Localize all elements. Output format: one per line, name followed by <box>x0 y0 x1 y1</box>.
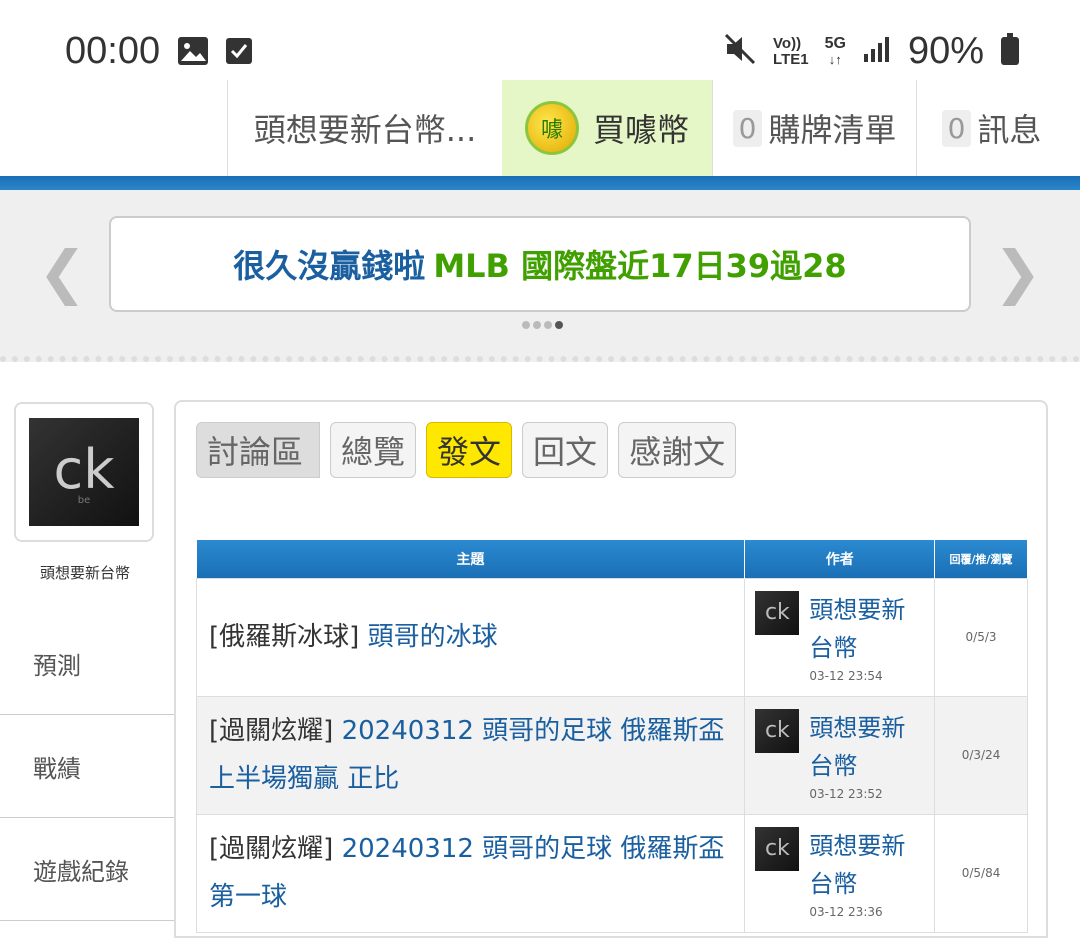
banner-link[interactable]: 很久沒贏錢啦 MLB 國際盤近17日39過28 <box>109 216 971 312</box>
image-icon <box>176 34 210 72</box>
top-nav: 頭想要新台幣... 噱 買噱幣 0 購牌清單 0 訊息 <box>0 80 1080 176</box>
banner-carousel: ❮ 很久沒贏錢啦 MLB 國際盤近17日39過28 ❯ <box>0 190 1080 362</box>
table-row: [過關炫耀] 20240312 頭哥的足球 俄羅斯盃 上半場獨贏 正比 ck 頭… <box>195 695 1028 815</box>
coin-icon: 噱 <box>524 101 579 155</box>
carousel-dot[interactable] <box>544 321 552 329</box>
author-avatar[interactable]: ck <box>755 590 800 635</box>
nav-buy-coins[interactable]: 噱 買噱幣 <box>502 80 712 176</box>
nav-buy-label: 買噱幣 <box>592 111 689 149</box>
post-stats: 0/5/84 <box>934 813 1028 933</box>
banner-text-2: MLB 國際盤近17日39過28 <box>433 247 847 285</box>
header-author: 作者 <box>744 540 936 578</box>
main-panel: 討論區 總覽 發文 回文 感謝文 主題 作者 回覆/推/瀏覽 [俄羅斯冰球] 頭… <box>174 400 1048 938</box>
author-name-link[interactable]: 頭想要新台幣 <box>809 591 919 667</box>
header-stats: 回覆/推/瀏覽 <box>934 540 1028 578</box>
post-title-link[interactable]: 頭哥的冰球 <box>368 622 498 652</box>
post-time: 03-12 23:36 <box>809 904 883 919</box>
sidebar-item-record[interactable]: 戰績 <box>0 715 174 818</box>
header-subject: 主題 <box>196 540 746 578</box>
profile-name: 頭想要新台幣 <box>39 564 130 582</box>
nav-user[interactable]: 頭想要新台幣... <box>227 80 502 176</box>
nav-divider <box>0 176 1080 190</box>
post-stats: 0/3/24 <box>934 695 1028 815</box>
tab-bar: 討論區 總覽 發文 回文 感謝文 <box>196 422 737 478</box>
chevron-right-icon[interactable]: ❯ <box>993 238 1042 306</box>
tab-overview[interactable]: 總覽 <box>330 422 417 478</box>
battery-icon <box>1000 32 1020 71</box>
sidebar-menu: 預測 戰績 遊戲紀錄 <box>0 612 174 921</box>
battery-percent: 90% <box>907 30 984 72</box>
author-avatar[interactable]: ck <box>755 708 800 753</box>
author-name-link[interactable]: 頭想要新台幣 <box>809 827 919 903</box>
post-author: ck 頭想要新台幣 03-12 23:36 <box>744 813 936 933</box>
volte-icon: Vo)) LTE1 <box>773 34 809 68</box>
clock: 00:00 <box>65 30 161 72</box>
chevron-left-icon[interactable]: ❮ <box>38 238 87 306</box>
post-subject: [過關炫耀] 20240312 頭哥的足球 俄羅斯盃 上半場獨贏 正比 <box>195 695 746 815</box>
profile-avatar[interactable]: ck be <box>14 402 154 542</box>
posts-table: 主題 作者 回覆/推/瀏覽 [俄羅斯冰球] 頭哥的冰球 ck 頭想要新台幣 03… <box>195 540 1028 933</box>
post-time: 03-12 23:54 <box>809 668 883 683</box>
sidebar-item-game-log[interactable]: 遊戲紀錄 <box>0 818 174 921</box>
volte-label: Vo)) <box>773 34 802 52</box>
post-category: [俄羅斯冰球] <box>209 622 360 652</box>
5g-label: 5G <box>824 34 846 52</box>
post-subject: [俄羅斯冰球] 頭哥的冰球 <box>195 577 746 697</box>
post-author: ck 頭想要新台幣 03-12 23:52 <box>744 695 936 815</box>
nav-messages[interactable]: 0 訊息 <box>916 80 1066 176</box>
post-category: [過關炫耀] <box>209 834 334 864</box>
tab-posts[interactable]: 發文 <box>426 422 513 478</box>
status-right: Vo)) LTE1 5G ↓↑ 90% <box>723 30 1020 73</box>
lte-label: LTE1 <box>773 50 809 68</box>
sidebar-item-predict[interactable]: 預測 <box>0 612 174 715</box>
post-subject: [過關炫耀] 20240312 頭哥的足球 俄羅斯盃 第一球 <box>195 813 746 933</box>
5g-icon: 5G ↓↑ <box>824 34 846 67</box>
cart-count-badge: 0 <box>732 109 763 147</box>
nav-cart[interactable]: 0 購牌清單 <box>712 80 916 176</box>
signal-icon <box>862 34 892 69</box>
carousel-dot[interactable] <box>533 321 541 329</box>
post-time: 03-12 23:52 <box>809 786 883 801</box>
table-row: [過關炫耀] 20240312 頭哥的足球 俄羅斯盃 第一球 ck 頭想要新台幣… <box>195 813 1028 933</box>
tab-thanks[interactable]: 感謝文 <box>618 422 737 478</box>
tab-replies[interactable]: 回文 <box>522 422 609 478</box>
mute-icon <box>723 32 757 71</box>
author-name-link[interactable]: 頭想要新台幣 <box>809 709 919 785</box>
msg-count-badge: 0 <box>941 109 972 147</box>
post-stats: 0/5/3 <box>934 577 1028 697</box>
avatar-image: ck be <box>29 418 139 526</box>
checkbox-icon <box>224 34 254 72</box>
avatar-subtext: be <box>77 495 91 506</box>
post-category: [過關炫耀] <box>209 716 334 746</box>
avatar-text: ck <box>53 438 115 501</box>
carousel-dot[interactable] <box>522 321 530 329</box>
table-row: [俄羅斯冰球] 頭哥的冰球 ck 頭想要新台幣 03-12 23:54 0/5/… <box>195 577 1028 697</box>
tab-forum[interactable]: 討論區 <box>196 422 321 478</box>
banner-text-1: 很久沒贏錢啦 <box>233 247 426 285</box>
nav-cart-label: 購牌清單 <box>768 111 897 149</box>
status-bar: 00:00 Vo)) LTE1 5G ↓↑ 90% <box>0 0 1080 80</box>
nav-msg-label: 訊息 <box>977 111 1042 149</box>
post-author: ck 頭想要新台幣 03-12 23:54 <box>744 577 936 697</box>
carousel-dot-active[interactable] <box>555 321 563 329</box>
carousel-dots <box>522 321 563 329</box>
author-avatar[interactable]: ck <box>755 826 800 871</box>
